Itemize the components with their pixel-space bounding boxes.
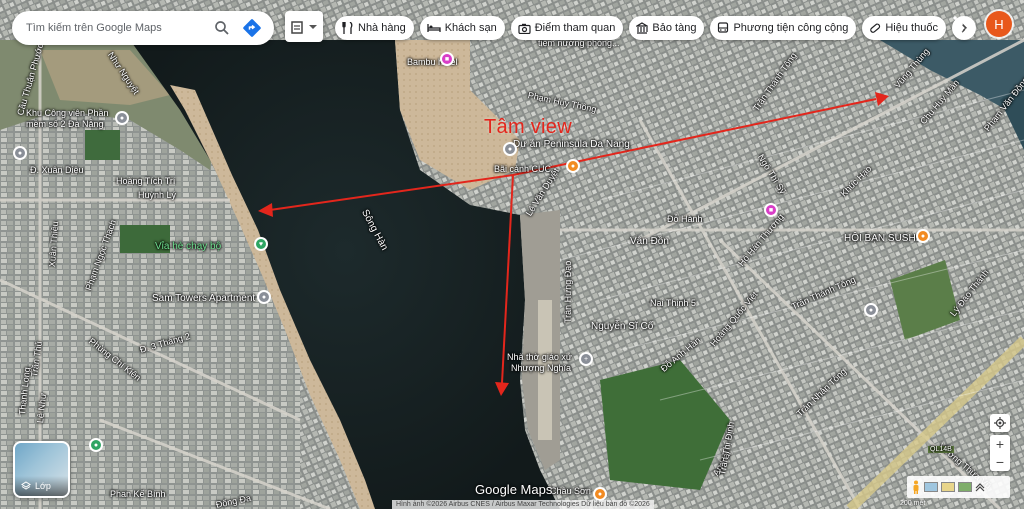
category-chips: Nhà hàng Khách sạn Điểm tham quan Bảo tà… <box>335 16 976 40</box>
chevron-up-icon[interactable] <box>975 482 985 492</box>
search-icon[interactable] <box>210 16 234 40</box>
chip-hotels[interactable]: Khách sạn <box>419 16 505 40</box>
park-pin-icon[interactable]: ● <box>89 438 103 452</box>
chip-label: Bảo tàng <box>652 22 697 34</box>
highway-shield: QL14B <box>928 446 954 453</box>
chip-label: Điểm tham quan <box>534 22 616 34</box>
food-pin-icon[interactable]: ● <box>593 487 607 501</box>
road-label: Phan Kế Bính <box>110 489 166 499</box>
chip-label: Khách sạn <box>444 22 497 34</box>
map-attribution: Hình ảnh ©2026 Airbus CNES / Airbus Maxa… <box>392 500 654 509</box>
poi-label: HỘI BẠN SUSHI <box>844 233 919 244</box>
church-pin-icon[interactable]: + <box>579 352 593 366</box>
bed-icon <box>427 24 441 32</box>
map-controls: + − <box>990 414 1010 471</box>
chevron-down-icon <box>309 24 317 29</box>
search-box <box>12 11 274 45</box>
zoom-in-button[interactable]: + <box>990 435 1010 453</box>
hotel-pin-icon[interactable]: ■ <box>764 203 778 217</box>
chip-attractions[interactable]: Điểm tham quan <box>510 16 624 40</box>
google-maps-logo: Google Maps <box>475 482 553 497</box>
hotel-pin-icon[interactable]: ■ <box>440 52 454 66</box>
road-label: Huỳnh Lý <box>138 190 177 200</box>
layers-label: Lớp <box>35 481 51 491</box>
locate-icon <box>994 417 1006 429</box>
apps-grid-icon[interactable] <box>951 14 971 34</box>
bus-icon <box>718 22 729 33</box>
avatar[interactable]: H <box>986 11 1012 37</box>
road-label: Nại Thịnh 5 <box>650 298 696 308</box>
camera-icon <box>518 23 531 34</box>
sushi-pin-icon[interactable]: ● <box>916 229 930 243</box>
poi-label: Dự án Peninsula Da Nang <box>513 139 630 150</box>
building-icon <box>291 20 303 34</box>
road-label: Đ. Xuân Diệu <box>30 165 84 175</box>
zoom-out-button[interactable]: − <box>990 453 1010 471</box>
chip-label: Hiệu thuốc <box>885 22 938 34</box>
directions-icon[interactable] <box>240 16 264 40</box>
road-label: Hoàng Tích Trí <box>116 176 176 186</box>
fork-knife-icon <box>342 22 353 34</box>
place-pin-icon[interactable]: ● <box>13 146 27 160</box>
chip-label: Nhà hàng <box>358 22 406 34</box>
bottom-toolbar <box>907 476 1010 498</box>
poi-label: Sam Towers Apartment <box>152 293 256 304</box>
poi-label: Châu Sơn <box>550 486 591 496</box>
poi-label: Bãi cảnh CUC <box>494 164 552 174</box>
road-label: Đỗ Hành <box>667 214 703 224</box>
my-location-button[interactable] <box>990 414 1010 432</box>
road-label: Nguyễn Sĩ Cố <box>591 321 654 332</box>
satellite-tile[interactable] <box>958 482 972 492</box>
hotel-filter-button[interactable] <box>285 11 323 42</box>
museum-icon <box>636 22 649 34</box>
poi-label: Nhượng Nghĩa <box>511 363 571 373</box>
chip-museums[interactable]: Bảo tàng <box>629 16 705 40</box>
pill-icon <box>870 23 881 33</box>
scale-bar[interactable]: 200 mét <box>900 500 925 509</box>
layers-icon <box>21 481 31 490</box>
place-label: mềm số 2 Đà Nẵng <box>26 119 104 129</box>
chip-label: Phương tiện công cộng <box>733 22 849 34</box>
apartment-pin-icon[interactable]: ● <box>257 290 271 304</box>
view-center-annotation: Tâm view <box>484 116 572 138</box>
terrain-tile[interactable] <box>941 482 955 492</box>
map-type-tile[interactable] <box>924 482 938 492</box>
place-label: Khu Công viên Phần <box>26 108 109 118</box>
project-pin-icon[interactable]: ● <box>503 142 517 156</box>
poi-label: Nhà thờ giáo xứ <box>507 352 572 362</box>
layers-button[interactable]: Lớp <box>13 441 70 498</box>
poi-label: Vỉa hè chạy bộ <box>155 241 222 252</box>
satellite-map[interactable] <box>0 0 1024 509</box>
road-label: Vân Đồn <box>630 236 669 247</box>
pegman-icon[interactable] <box>911 480 921 494</box>
chip-transit[interactable]: Phương tiện công cộng <box>710 16 857 40</box>
chip-pharmacies[interactable]: Hiệu thuốc <box>862 16 946 40</box>
food-pin-icon[interactable]: ● <box>566 159 580 173</box>
road-label: Trần Hưng Đạo <box>563 260 573 323</box>
park-pin-icon[interactable]: ● <box>115 111 129 125</box>
search-input[interactable] <box>26 22 204 34</box>
place-pin-icon[interactable]: ● <box>864 303 878 317</box>
chip-restaurants[interactable]: Nhà hàng <box>335 16 414 40</box>
running-pin-icon[interactable]: ♥ <box>254 237 268 251</box>
